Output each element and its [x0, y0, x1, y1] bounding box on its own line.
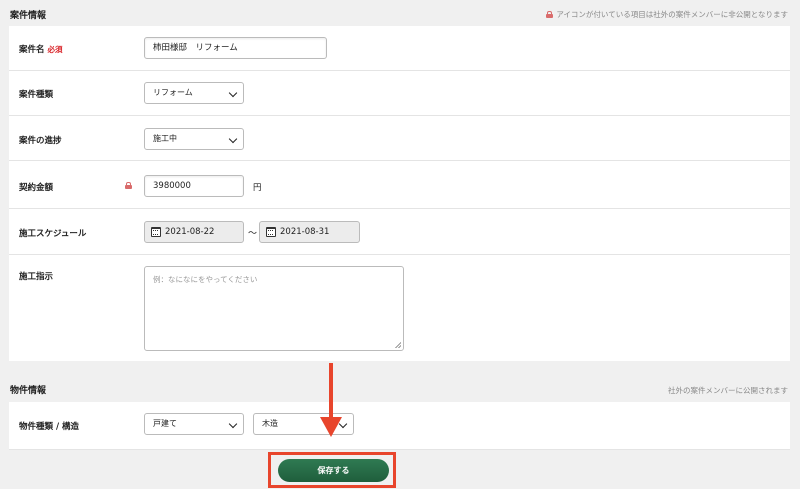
property-info-panel: 物件種類 / 構造 戸建て 木造: [9, 402, 790, 450]
chevron-down-icon: [228, 419, 238, 429]
case-info-title: 案件情報: [10, 11, 47, 21]
calendar-icon: [151, 227, 161, 237]
schedule-end-value: 2021-08-31: [280, 227, 330, 237]
case-info-panel: 案件名 必須 柿田様邸 リフォーム 案件種類 リフォーム 案件の進捗 施工中 契約…: [9, 26, 790, 361]
schedule-start-date[interactable]: 2021-08-22: [144, 221, 244, 243]
schedule-label: 施工スケジュール: [19, 229, 87, 239]
case-name-input[interactable]: 柿田様邸 リフォーム: [144, 37, 327, 59]
row-case-type: 案件種類 リフォーム: [9, 71, 790, 116]
lock-icon: [125, 182, 132, 189]
property-kind-select[interactable]: 戸建て: [144, 413, 244, 435]
save-highlight-box: 保存する: [268, 452, 396, 488]
property-info-note: 社外の案件メンバーに公開されます: [668, 386, 788, 395]
annotation-arrow-head: [320, 417, 342, 437]
case-type-label: 案件種類: [19, 90, 54, 100]
required-badge: 必須: [47, 45, 63, 54]
property-info-header: 物件情報 社外の案件メンバーに公開されます: [0, 376, 800, 402]
row-schedule: 施工スケジュール 2021-08-22 〜 2021-08-31: [9, 209, 790, 255]
case-progress-value: 施工中: [153, 134, 177, 143]
row-property-type: 物件種類 / 構造 戸建て 木造: [9, 402, 790, 450]
property-structure-value: 木造: [262, 419, 278, 428]
case-info-note: アイコンが付いている項目は社外の案件メンバーに非公開となります: [546, 9, 788, 20]
annotation-arrow-shaft: [329, 363, 333, 419]
case-progress-select[interactable]: 施工中: [144, 128, 244, 150]
case-info-header: 案件情報 アイコンが付いている項目は社外の案件メンバーに非公開となります: [0, 0, 800, 26]
chevron-down-icon: [228, 134, 238, 144]
contract-amount-input[interactable]: 3980000: [144, 175, 244, 197]
instructions-textarea[interactable]: 例：なになにをやってください: [144, 266, 404, 351]
case-name-label: 案件名 必須: [19, 45, 63, 55]
case-info-note-text: アイコンが付いている項目は社外の案件メンバーに非公開となります: [556, 10, 788, 19]
resize-grip-icon[interactable]: [395, 342, 401, 348]
row-case-progress: 案件の進捗 施工中: [9, 116, 790, 161]
property-type-label: 物件種類 / 構造: [19, 422, 80, 432]
contract-amount-label: 契約金額: [19, 183, 54, 193]
schedule-start-value: 2021-08-22: [165, 227, 215, 237]
chevron-down-icon: [228, 88, 238, 98]
row-instructions: 施工指示 例：なになにをやってください: [9, 255, 790, 361]
case-type-value: リフォーム: [153, 88, 193, 97]
case-type-select[interactable]: リフォーム: [144, 82, 244, 104]
yen-unit: 円: [253, 183, 262, 193]
calendar-icon: [266, 227, 276, 237]
save-button[interactable]: 保存する: [278, 459, 389, 482]
instructions-label: 施工指示: [19, 272, 54, 282]
property-info-title: 物件情報: [10, 386, 47, 396]
case-progress-label: 案件の進捗: [19, 136, 62, 146]
schedule-separator: 〜: [248, 229, 258, 239]
row-contract-amount: 契約金額 3980000 円: [9, 161, 790, 209]
lock-icon: [546, 11, 554, 18]
row-case-name: 案件名 必須 柿田様邸 リフォーム: [9, 26, 790, 71]
property-kind-value: 戸建て: [153, 419, 177, 428]
schedule-end-date[interactable]: 2021-08-31: [259, 221, 360, 243]
instructions-placeholder: 例：なになにをやってください: [153, 275, 258, 284]
